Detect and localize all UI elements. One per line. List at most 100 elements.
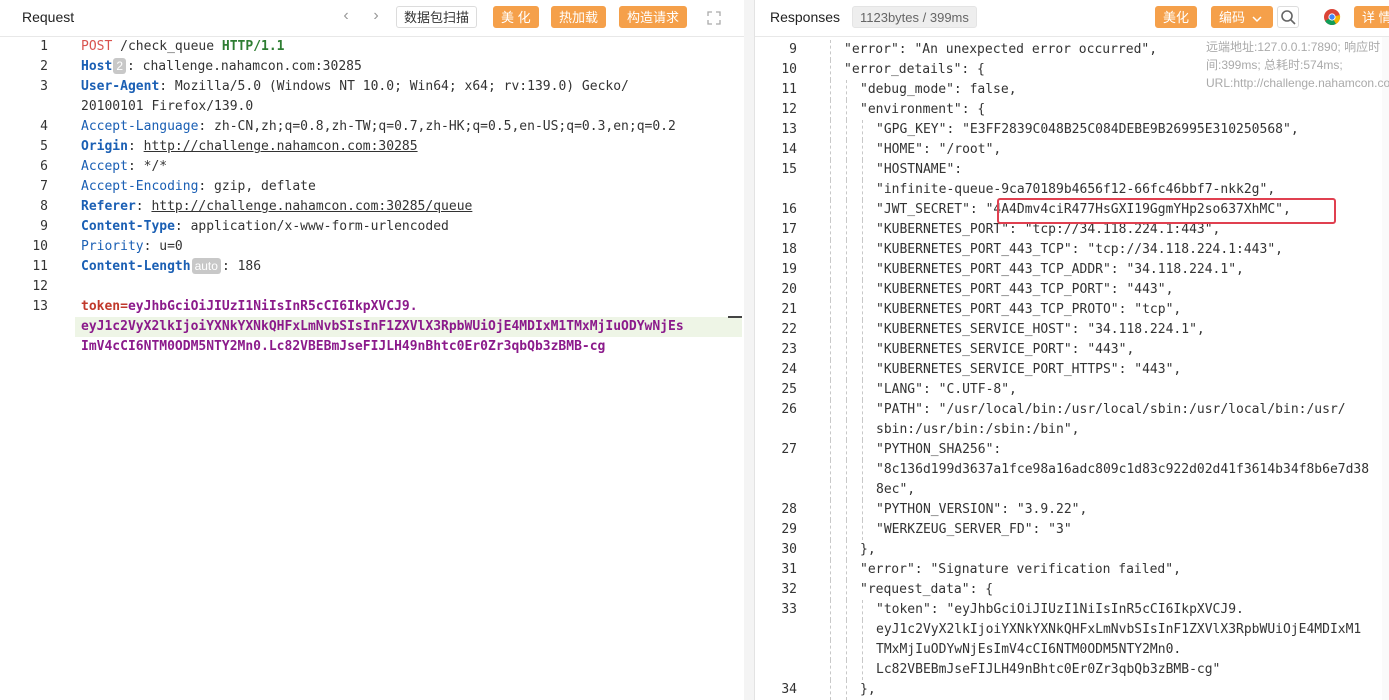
line-number: 10 [32,239,48,254]
line-number: 19 [781,262,797,277]
indent-guide [830,140,831,160]
line-number: 22 [781,322,797,337]
line-number: 13 [781,122,797,137]
response-scrollbar[interactable] [1382,37,1389,700]
indent-guide [846,300,847,320]
response-line: "KUBERNETES_PORT_443_TCP_PROTO": "tcp", [876,302,1182,317]
request-line: Content-Length auto: 186 [81,257,261,277]
response-line: "WERKZEUG_SERVER_FD": "3" [876,522,1072,537]
request-header: Request ‹ › 数据包扫描 美 化 热加载 构造请求 [0,0,744,37]
line-number: 8 [40,199,48,214]
line-number: 15 [781,162,797,177]
indent-guide [830,280,831,300]
request-token: Origin [81,139,128,154]
indent-guide [846,220,847,240]
indent-guide [846,420,847,440]
chrome-browser-icon[interactable] [1323,8,1341,31]
request-token: Accept-Encoding [81,179,199,194]
request-token: HTTP/1.1 [221,39,285,54]
indent-guide [830,300,831,320]
request-token: 20100101 Firefox/139.0 [81,99,254,114]
encoding-dropdown[interactable]: 编码 [1211,6,1273,28]
pane-divider[interactable] [744,0,754,700]
indent-guide [830,200,831,220]
line-number: 2 [40,59,48,74]
response-beautify-button[interactable]: 美化 [1155,6,1198,28]
response-line: "KUBERNETES_SERVICE_PORT_HTTPS": "443", [876,362,1182,377]
indent-guide [830,60,831,80]
packet-scan-button[interactable]: 数据包扫描 [396,6,478,28]
indent-guide [846,100,847,120]
header-badge[interactable]: auto [191,258,221,274]
chevron-down-icon [1252,7,1262,29]
line-number: 34 [781,682,797,697]
chevron-left-icon[interactable]: ‹ [338,7,354,25]
response-viewer[interactable]: 9 "error": "An unexpected error occurred"… [755,37,1389,700]
request-title: Request [22,9,75,25]
line-number: 27 [781,442,797,457]
response-line: "PYTHON_VERSION": "3.9.22", [876,502,1088,517]
request-token: : gzip, deflate [198,179,316,194]
response-line: "LANG": "C.UTF-8", [876,382,1017,397]
response-line: "HOSTNAME": [876,162,963,177]
line-number [775,180,797,200]
line-number: 24 [781,362,797,377]
indent-guide [830,80,831,100]
request-line: Accept-Language: zh-CN,zh;q=0.8,zh-TW;q=… [81,117,676,137]
request-token: ImV4cCI6NTM0ODM5NTY2Mn0.Lc82VBEBmJseFIJL… [81,339,606,354]
request-token: : application/x-www-form-urlencoded [174,219,449,234]
line-number: 12 [781,102,797,117]
response-line: "PATH": "/usr/local/bin:/usr/local/sbin:… [876,402,1346,417]
indent-guide [846,620,847,640]
indent-guide [846,360,847,380]
request-editor[interactable]: 1 POST /check_queue HTTP/1.1 2 Host 2: chall… [0,37,744,700]
response-header: Responses 1123bytes / 399ms 美化 编码 详 情 [755,0,1389,37]
line-number [775,660,797,680]
indent-guide [846,340,847,360]
request-line: 20100101 Firefox/139.0 [81,97,253,117]
request-token: token= [81,299,128,314]
line-number: 25 [781,382,797,397]
line-number: 29 [781,522,797,537]
indent-guide [846,480,847,500]
request-line: Host 2: challenge.nahamcon.com:30285 [81,57,362,77]
request-beautify-button[interactable]: 美 化 [493,6,539,28]
request-line: ImV4cCI6NTM0ODM5NTY2Mn0.Lc82VBEBmJseFIJL… [81,337,605,357]
indent-guide [830,380,831,400]
response-line: eyJ1c2VyX2lkIjoiYXNkYXNkQHFxLmNvbSIsInF1… [876,622,1362,637]
request-token: : [127,139,144,154]
indent-guide [846,640,847,660]
indent-guide [846,520,847,540]
indent-guide [846,80,847,100]
request-line: Priority: u=0 [81,237,183,257]
indent-guide [862,640,863,660]
line-number: 23 [781,342,797,357]
build-request-button[interactable]: 构造请求 [619,6,688,28]
response-line: "PYTHON_SHA256": [876,442,1002,457]
indent-guide [862,160,863,180]
request-token: http://challenge.nahamcon.com:30285 [143,139,418,154]
indent-guide [830,620,831,640]
header-badge[interactable]: 2 [113,58,126,74]
response-line: "infinite-queue-9ca70189b4656f12-66fc46b… [876,182,1276,197]
indent-guide [862,180,863,200]
request-token: : */* [127,159,168,174]
search-icon[interactable] [1277,6,1299,28]
request-token: : 186 [221,259,262,274]
line-number: 11 [32,259,48,274]
indent-guide [830,520,831,540]
chevron-right-icon[interactable]: › [368,7,384,25]
indent-guide [830,360,831,380]
indent-guide [862,600,863,620]
indent-guide [846,280,847,300]
expand-icon[interactable] [706,10,722,31]
details-button[interactable]: 详 情 [1354,6,1389,28]
line-number: 13 [32,299,48,314]
hotload-button[interactable]: 热加载 [551,6,607,28]
line-number [10,97,48,117]
request-token: Host [81,59,113,74]
request-token: : Mozilla/5.0 (Windows NT 10.0; Win64; x… [159,79,629,94]
request-line: Origin: http://challenge.nahamcon.com:30… [81,137,418,157]
indent-guide [862,340,863,360]
line-number: 9 [789,42,797,57]
